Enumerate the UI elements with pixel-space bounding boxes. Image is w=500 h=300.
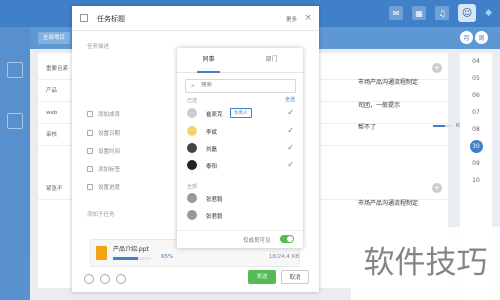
bell-icon[interactable]: ♫ xyxy=(435,6,450,20)
check-icon: ✓ xyxy=(287,143,294,152)
all-label: 全部 xyxy=(187,184,198,190)
person-option[interactable]: 张君毅 xyxy=(187,210,294,224)
link-icon[interactable] xyxy=(84,274,94,284)
progress-icon xyxy=(87,184,93,190)
toggle-icon: 周 xyxy=(475,31,488,44)
select-all-link[interactable]: 全选 xyxy=(285,96,295,103)
picker-search[interactable]: ⌕ xyxy=(185,79,296,93)
avatar xyxy=(187,160,197,170)
calendar-icon xyxy=(87,130,93,136)
check-icon: ✓ xyxy=(287,160,294,169)
visibility-toggle[interactable] xyxy=(280,235,294,243)
calendar-day[interactable]: 06 xyxy=(460,87,492,104)
user-avatar[interactable]: ☺ xyxy=(458,4,477,22)
search-icon: ⌕ xyxy=(191,82,195,90)
modal-header: 任务标题 更多 × xyxy=(72,6,319,31)
diamond-icon[interactable]: ◆ xyxy=(485,8,492,18)
tag-icon xyxy=(87,166,93,172)
selected-person[interactable]: 刘磊 ✓ xyxy=(187,143,294,157)
task-checkbox[interactable] xyxy=(80,14,88,22)
clock-icon xyxy=(87,148,93,154)
search-input[interactable] xyxy=(201,82,291,88)
person-option[interactable]: 张君毅 xyxy=(187,193,294,207)
file-size: 18/24.4 KB xyxy=(268,254,299,260)
owner-badge: 负责人 xyxy=(230,108,252,118)
calendar-day[interactable]: 10 xyxy=(460,172,492,189)
user-icon xyxy=(87,111,93,117)
avatar xyxy=(187,126,197,136)
picker-footer: 仅成员可见 xyxy=(177,230,303,248)
check-icon: ✓ xyxy=(287,126,294,135)
emoji-icon[interactable] xyxy=(116,274,126,284)
send-button[interactable]: 发送 xyxy=(248,270,276,284)
visibility-label: 仅成员可见 xyxy=(243,238,271,244)
cancel-button[interactable]: 取消 xyxy=(281,270,309,284)
add-icon[interactable]: + xyxy=(432,63,442,73)
picker-tabs: 同事 部门 xyxy=(177,48,303,73)
more-menu[interactable]: 更多 xyxy=(286,15,297,23)
file-name: 产品介绍.ppt xyxy=(113,246,149,253)
watermark-text: 软件技巧 xyxy=(351,227,500,300)
footer-tools xyxy=(84,274,126,284)
avatar xyxy=(187,143,197,153)
close-icon[interactable]: × xyxy=(304,13,312,23)
message-icon[interactable]: ✉ xyxy=(389,6,404,20)
modal-title: 任务标题 xyxy=(97,15,125,23)
action-set-progress[interactable]: 设置进度 xyxy=(87,183,120,191)
avatar xyxy=(187,108,197,118)
calendar-day[interactable]: 09 xyxy=(460,155,492,172)
tab-colleagues[interactable]: 同事 xyxy=(177,48,240,73)
upload-percent: 65% xyxy=(161,254,174,260)
file-icon xyxy=(96,246,107,260)
toggle-icon: 月 xyxy=(460,31,473,44)
description-field[interactable]: 任务描述 xyxy=(87,42,109,50)
avatar xyxy=(187,193,197,203)
member-picker: 同事 部门 ⌕ 已选 全选 崔原克负责人✓ 李斌✓ 刘磊✓ 泰阳✓ 全部 张君毅… xyxy=(177,48,303,248)
upload-progress xyxy=(113,257,151,260)
project-tag[interactable]: 全部项目 xyxy=(38,32,71,44)
selected-person[interactable]: 崔原克 负责人 ✓ xyxy=(187,108,294,122)
nav-icon[interactable] xyxy=(7,62,23,78)
action-set-date[interactable]: 设置日期 xyxy=(87,129,120,137)
selected-label: 已选 xyxy=(187,98,198,104)
nav-icon[interactable] xyxy=(7,113,23,129)
grid-icon[interactable]: ▦ xyxy=(412,6,427,20)
tab-departments[interactable]: 部门 xyxy=(240,48,303,72)
selected-person[interactable]: 泰阳 ✓ xyxy=(187,160,294,174)
calendar-day[interactable]: 05 xyxy=(460,70,492,87)
calendar-day[interactable]: 07 xyxy=(460,104,492,121)
selected-person[interactable]: 李斌 ✓ xyxy=(187,126,294,140)
add-subtask[interactable]: 添加子任务 xyxy=(87,210,115,218)
action-add-member[interactable]: 添加成员 xyxy=(87,110,120,118)
view-toggle[interactable]: 月周 xyxy=(458,31,488,44)
calendar-day[interactable]: 04 xyxy=(460,53,492,70)
avatar xyxy=(187,210,197,220)
check-icon: ✓ xyxy=(287,108,294,117)
mention-icon[interactable] xyxy=(100,274,110,284)
calendar-today[interactable]: 30 xyxy=(469,140,483,153)
calendar-day[interactable]: 08 xyxy=(460,121,492,138)
action-set-time[interactable]: 设置时间 xyxy=(87,147,120,155)
board-task[interactable]: 市场产品沟通流程制定 xyxy=(358,198,418,207)
add-icon[interactable]: + xyxy=(432,183,442,193)
action-add-tag[interactable]: 添加标签 xyxy=(87,165,120,173)
left-rail xyxy=(0,27,30,300)
